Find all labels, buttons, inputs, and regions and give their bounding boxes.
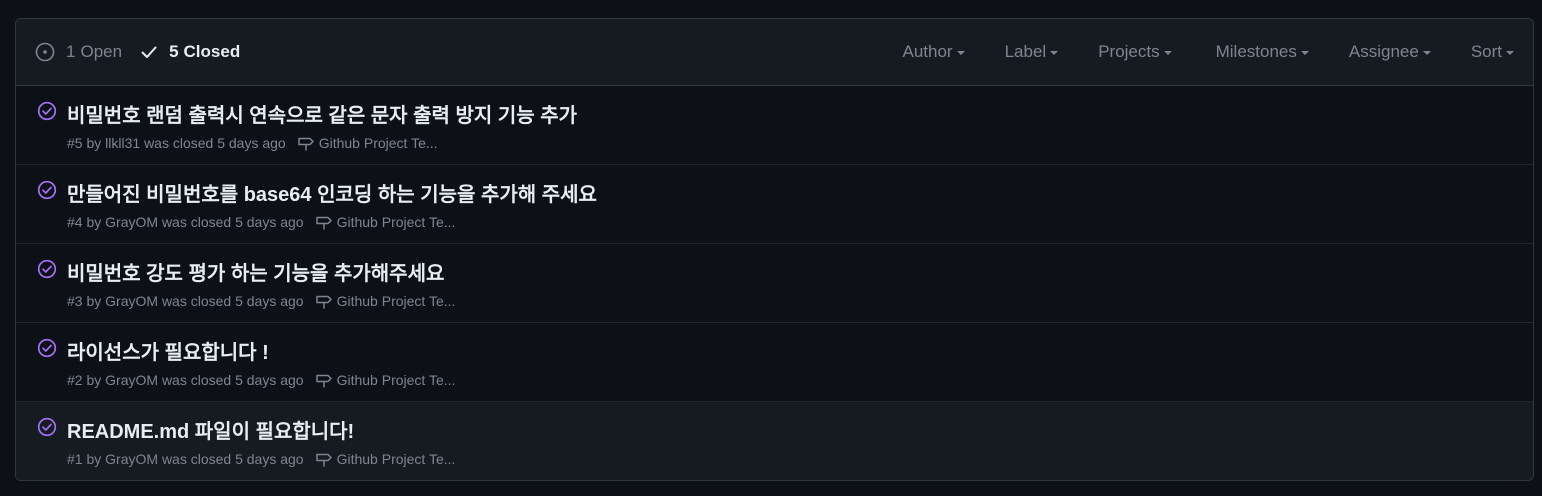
issue-title-link[interactable]: 라이선스가 필요합니다 ! — [67, 336, 269, 365]
issues-list-header: 1 Open 5 Closed Author Label Projects Mi… — [16, 19, 1533, 86]
issue-by: by — [86, 451, 102, 467]
closed-issues-link[interactable]: 5 Closed — [140, 42, 240, 62]
issue-status-text: was closed — [144, 135, 214, 151]
issue-author-link[interactable]: GrayOM — [105, 372, 158, 388]
issue-closed-icon — [37, 101, 57, 121]
issue-meta: #3 by GrayOM was closed 5 days ago Githu… — [67, 292, 455, 310]
filter-bar: Author Label Projects Milestones Assigne… — [902, 42, 1514, 62]
assignee-filter[interactable]: Assignee — [1349, 42, 1431, 62]
issue-row: 비밀번호 강도 평가 하는 기능을 추가해주세요 #3 by GrayOM wa… — [16, 244, 1533, 323]
issue-closed-icon — [37, 259, 57, 279]
issue-meta: #5 by llkll31 was closed 5 days ago Gith… — [67, 134, 438, 152]
issue-row: README.md 파일이 필요합니다! #1 by GrayOM was cl… — [16, 402, 1533, 480]
caret-down-icon — [956, 51, 965, 55]
caret-down-icon — [1163, 51, 1172, 55]
issue-status-text: was closed — [161, 451, 232, 467]
label-filter[interactable]: Label — [1005, 42, 1059, 62]
issue-by: by — [86, 135, 102, 151]
milestone-icon — [297, 137, 314, 151]
author-filter-label: Author — [902, 42, 953, 61]
label-filter-label: Label — [1004, 42, 1047, 61]
milestone-label: Github Project Te... — [336, 214, 456, 230]
issue-time: 5 days ago — [235, 451, 304, 467]
milestone-label: Github Project Te... — [336, 451, 456, 467]
issue-meta: #4 by GrayOM was closed 5 days ago Githu… — [67, 213, 455, 231]
issue-by: by — [86, 293, 102, 309]
issue-closed-icon — [37, 180, 57, 200]
milestone-link[interactable]: Github Project Te... — [297, 134, 438, 152]
issue-title-link[interactable]: README.md 파일이 필요합니다! — [67, 415, 354, 444]
check-icon — [141, 46, 157, 58]
issue-time: 5 days ago — [235, 293, 304, 309]
issues-list-box: 1 Open 5 Closed Author Label Projects Mi… — [15, 18, 1534, 481]
issue-opened-icon — [35, 42, 55, 62]
issue-row: 비밀번호 랜덤 출력시 연속으로 같은 문자 출력 방지 기능 추가 #5 by… — [16, 86, 1533, 165]
milestone-icon — [315, 295, 332, 309]
open-count: 1 — [66, 42, 76, 61]
closed-count: 5 — [169, 42, 179, 61]
issue-status-text: was closed — [161, 214, 232, 230]
issue-number: #4 — [67, 214, 83, 230]
issue-author-link[interactable]: GrayOM — [105, 214, 158, 230]
issue-title-link[interactable]: 비밀번호 강도 평가 하는 기능을 추가해주세요 — [67, 257, 444, 286]
issue-meta: #1 by GrayOM was closed 5 days ago Githu… — [67, 450, 455, 468]
caret-down-icon — [1050, 51, 1059, 55]
issue-row: 라이선스가 필요합니다 ! #2 by GrayOM was closed 5 … — [16, 323, 1533, 402]
issue-time: 5 days ago — [235, 214, 304, 230]
caret-down-icon — [1300, 51, 1309, 55]
sort-filter-label: Sort — [1470, 42, 1502, 61]
issue-number: #1 — [67, 451, 83, 467]
issue-row: 만들어진 비밀번호를 base64 인코딩 하는 기능을 추가해 주세요 #4 … — [16, 165, 1533, 244]
issue-number: #2 — [67, 372, 83, 388]
issue-number: #3 — [67, 293, 83, 309]
issue-closed-icon — [37, 338, 57, 358]
open-issues-link[interactable]: 1 Open — [35, 42, 122, 62]
issue-title-link[interactable]: 만들어진 비밀번호를 base64 인코딩 하는 기능을 추가해 주세요 — [67, 178, 597, 207]
issue-time: 5 days ago — [217, 135, 286, 151]
assignee-filter-label: Assignee — [1348, 42, 1419, 61]
issue-title-link[interactable]: 비밀번호 랜덤 출력시 연속으로 같은 문자 출력 방지 기능 추가 — [67, 99, 577, 128]
issue-by: by — [86, 372, 102, 388]
open-label: Open — [80, 42, 123, 61]
closed-label: Closed — [183, 42, 241, 61]
sort-filter[interactable]: Sort — [1471, 42, 1514, 62]
projects-filter[interactable]: Projects — [1098, 42, 1172, 62]
issue-time: 5 days ago — [235, 372, 304, 388]
issue-number: #5 — [67, 135, 83, 151]
caret-down-icon — [1422, 51, 1431, 55]
issue-meta: #2 by GrayOM was closed 5 days ago Githu… — [67, 371, 455, 389]
milestones-filter[interactable]: Milestones — [1216, 42, 1309, 62]
milestone-icon — [315, 374, 332, 388]
issue-status-text: was closed — [161, 293, 232, 309]
issue-author-link[interactable]: GrayOM — [105, 293, 158, 309]
issue-status-text: was closed — [161, 372, 232, 388]
state-toggle: 1 Open 5 Closed — [35, 42, 240, 62]
issue-closed-icon — [37, 417, 57, 437]
milestone-link[interactable]: Github Project Te... — [315, 371, 456, 389]
projects-filter-label: Projects — [1098, 42, 1160, 61]
milestone-link[interactable]: Github Project Te... — [315, 450, 456, 468]
milestone-link[interactable]: Github Project Te... — [315, 292, 456, 310]
milestone-label: Github Project Te... — [318, 135, 438, 151]
issue-by: by — [86, 214, 102, 230]
caret-down-icon — [1506, 51, 1514, 55]
author-filter[interactable]: Author — [902, 42, 965, 62]
milestone-icon — [315, 216, 332, 230]
milestone-label: Github Project Te... — [336, 372, 456, 388]
milestone-icon — [315, 453, 332, 467]
issue-author-link[interactable]: llkll31 — [105, 135, 140, 151]
milestone-label: Github Project Te... — [336, 293, 456, 309]
issue-author-link[interactable]: GrayOM — [105, 451, 158, 467]
milestones-filter-label: Milestones — [1215, 42, 1297, 61]
milestone-link[interactable]: Github Project Te... — [315, 213, 456, 231]
